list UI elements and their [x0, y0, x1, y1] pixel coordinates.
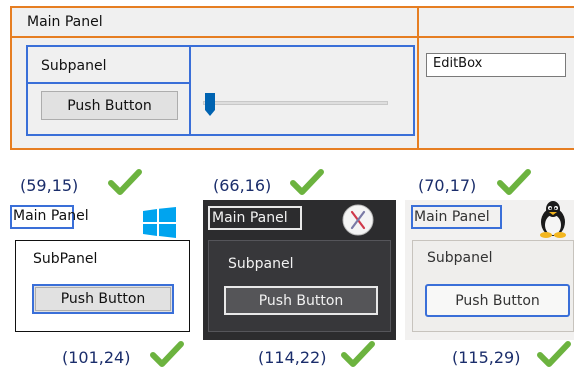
push-button[interactable]: Push Button — [41, 91, 178, 120]
windows-main-panel-title: Main Panel — [13, 208, 89, 224]
windows-title-size-label: (59,15) — [20, 176, 79, 195]
slider-thumb[interactable] — [205, 93, 215, 117]
main-panel-vertical-divider — [417, 6, 419, 150]
windows-button-size-label: (101,24) — [62, 348, 131, 367]
main-panel-header-divider — [10, 36, 574, 38]
macos-x-logo-icon — [342, 204, 374, 236]
linux-tux-icon — [540, 201, 566, 238]
mac-title-size-label: (66,16) — [213, 176, 272, 195]
windows-push-button-inner-border — [35, 287, 171, 311]
linux-button-size-label: (115,29) — [452, 348, 521, 367]
mac-main-panel-title: Main Panel — [212, 210, 288, 226]
check-icon — [108, 169, 142, 195]
mac-subpanel-title: Subpanel — [228, 256, 294, 272]
subpanel-title: Subpanel — [41, 58, 107, 74]
check-icon — [150, 341, 184, 367]
windows-logo-icon — [143, 207, 176, 238]
mac-push-button[interactable]: Push Button — [224, 286, 378, 315]
mac-button-size-label: (114,22) — [258, 348, 327, 367]
linux-title-size-label: (70,17) — [418, 176, 477, 195]
editbox[interactable]: EditBox — [426, 53, 566, 77]
subpanel-horizontal-divider — [26, 82, 191, 84]
linux-push-button[interactable]: Push Button — [425, 284, 570, 317]
check-icon — [497, 169, 531, 195]
check-icon — [537, 341, 571, 367]
check-icon — [290, 169, 324, 195]
linux-main-panel-title: Main Panel — [414, 209, 490, 225]
slider-track[interactable] — [203, 101, 388, 105]
check-icon — [341, 341, 375, 367]
linux-subpanel-title: Subpanel — [427, 250, 493, 266]
main-panel-title: Main Panel — [27, 14, 103, 30]
windows-subpanel-title: SubPanel — [33, 251, 98, 267]
subpanel-vertical-divider — [189, 45, 191, 136]
